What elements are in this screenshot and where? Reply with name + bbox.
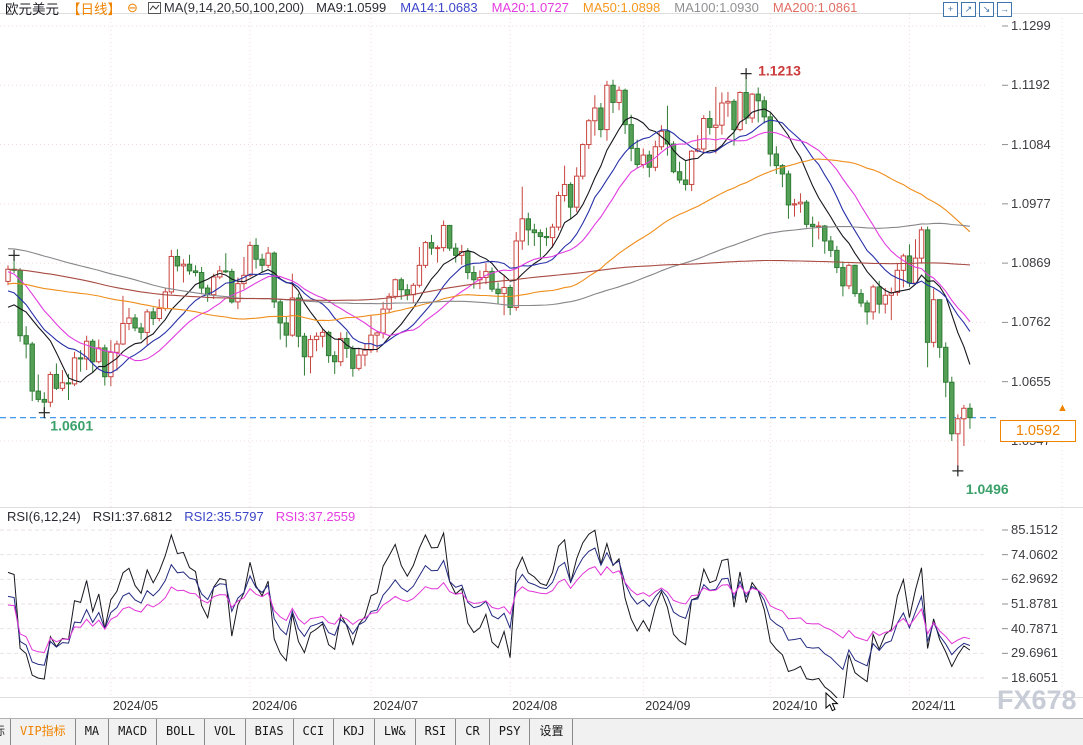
- tab-macd[interactable]: MACD: [108, 719, 156, 745]
- tab-cr[interactable]: CR: [455, 719, 488, 745]
- time-axis-label: 2024/07: [373, 699, 418, 713]
- symbol-name: 欧元美元: [5, 0, 59, 18]
- extreme-price-label: 1.0496: [966, 481, 1009, 497]
- price-axis-label: 1.0977: [1011, 196, 1051, 211]
- indicator-tabs: VIP指标MAMACDBOLLVOLBIASCCIKDJLW&RSICRPSY设…: [10, 719, 573, 745]
- ma-value: MA14:1.0683: [400, 0, 477, 15]
- rsi-value: RSI2:35.5797: [184, 509, 264, 524]
- time-axis-label: 2024/10: [772, 699, 817, 713]
- rsi-axis-label: 18.6051: [1011, 670, 1058, 685]
- price-chart-canvas: 1.0601 1.1213 1.0496: [0, 0, 1083, 745]
- timeframe-label[interactable]: 【日线】: [67, 0, 121, 18]
- rsi-axis-label: 51.8781: [1011, 596, 1058, 611]
- rsi-axis-label: 62.9692: [1011, 571, 1058, 586]
- price-axis-label: 1.0762: [1011, 314, 1051, 329]
- price-axis-label: 1.1084: [1011, 137, 1051, 152]
- tab-cci[interactable]: CCI: [293, 719, 334, 745]
- price-axis-label: 1.1299: [1011, 18, 1051, 33]
- extreme-price-label: 1.1213: [758, 63, 801, 79]
- ma-value: MA20:1.0727: [492, 0, 569, 15]
- rsi-header: RSI(6,12,24) RSI1:37.6812RSI2:35.5797RSI…: [7, 509, 379, 524]
- price-up-arrow-icon: ▲: [1057, 402, 1068, 414]
- ma-value: MA9:1.0599: [316, 0, 386, 15]
- fx678-watermark: FX678: [997, 685, 1077, 716]
- scale-right-icon[interactable]: ↘: [979, 2, 994, 17]
- last-price-value: 1.0592: [1016, 423, 1060, 439]
- last-price-tag: 1.0592: [1000, 420, 1076, 442]
- rsi-settings-label[interactable]: RSI(6,12,24): [7, 509, 81, 524]
- price-axis-label: 1.0655: [1011, 374, 1051, 389]
- ma-value: MA100:1.0930: [674, 0, 759, 15]
- rsi-axis-label: 40.7871: [1011, 621, 1058, 636]
- collapse-panel-icon[interactable]: ⊖: [127, 0, 138, 16]
- ma-settings-label[interactable]: MA(9,14,20,50,100,200): [164, 0, 304, 15]
- tab-ma[interactable]: MA: [75, 719, 108, 745]
- toolbar-clipped-tab[interactable]: 标: [0, 719, 10, 745]
- chart-window-icons: +↗↘→: [943, 2, 1012, 17]
- price-axis-label: 1.0869: [1011, 255, 1051, 270]
- tab-settings[interactable]: 设置: [529, 719, 573, 745]
- tab-psy[interactable]: PSY: [489, 719, 530, 745]
- scale-up-icon[interactable]: ↗: [961, 2, 976, 17]
- price-axis-label: 1.1192: [1011, 77, 1050, 92]
- extreme-price-label: 1.0601: [50, 418, 93, 434]
- chart-window: 1.0601 1.1213 1.0496 欧元美元 【日线】 ⊖ MA(9,14,2…: [0, 0, 1083, 745]
- ma-value: MA50:1.0898: [583, 0, 660, 15]
- tab-lw[interactable]: LW&: [374, 719, 415, 745]
- time-axis-label: 2024/11: [911, 699, 955, 713]
- chart-header: 欧元美元 【日线】 ⊖ MA(9,14,20,50,100,200) MA9:1…: [0, 0, 1083, 15]
- ma-indicator-icon[interactable]: [148, 2, 161, 14]
- time-axis-label: 2024/05: [113, 699, 158, 713]
- rsi-axis-label: 74.0602: [1011, 547, 1058, 562]
- tab-vol[interactable]: VOL: [204, 719, 245, 745]
- ma-value: MA200:1.0861: [773, 0, 858, 15]
- ma-values-group: MA9:1.0599 MA14:1.0683 MA20:1.0727 MA50:1.0…: [316, 0, 871, 15]
- time-axis-label: 2024/09: [645, 699, 690, 713]
- rsi-value: RSI3:37.2559: [276, 509, 356, 524]
- tab-vip-indicator[interactable]: VIP指标: [10, 719, 75, 745]
- pan-right-icon[interactable]: →: [997, 2, 1012, 17]
- rsi-value: RSI1:37.6812: [93, 509, 173, 524]
- rsi-values-group: RSI1:37.6812 RSI2:35.5797 RSI3:37.2559: [93, 509, 368, 524]
- tab-rsi[interactable]: RSI: [415, 719, 456, 745]
- mouse-cursor: [825, 692, 841, 713]
- tab-bias[interactable]: BIAS: [245, 719, 293, 745]
- move-icon[interactable]: +: [943, 2, 958, 17]
- indicator-toolbar: 标 VIP指标MAMACDBOLLVOLBIASCCIKDJLW&RSICRPS…: [0, 719, 1083, 745]
- time-axis-label: 2024/06: [252, 699, 297, 713]
- time-axis-label: 2024/08: [512, 699, 557, 713]
- rsi-axis-label: 29.6961: [1011, 645, 1058, 660]
- rsi-axis-label: 85.1512: [1011, 522, 1058, 537]
- tab-boll[interactable]: BOLL: [156, 719, 204, 745]
- tab-kdj[interactable]: KDJ: [333, 719, 374, 745]
